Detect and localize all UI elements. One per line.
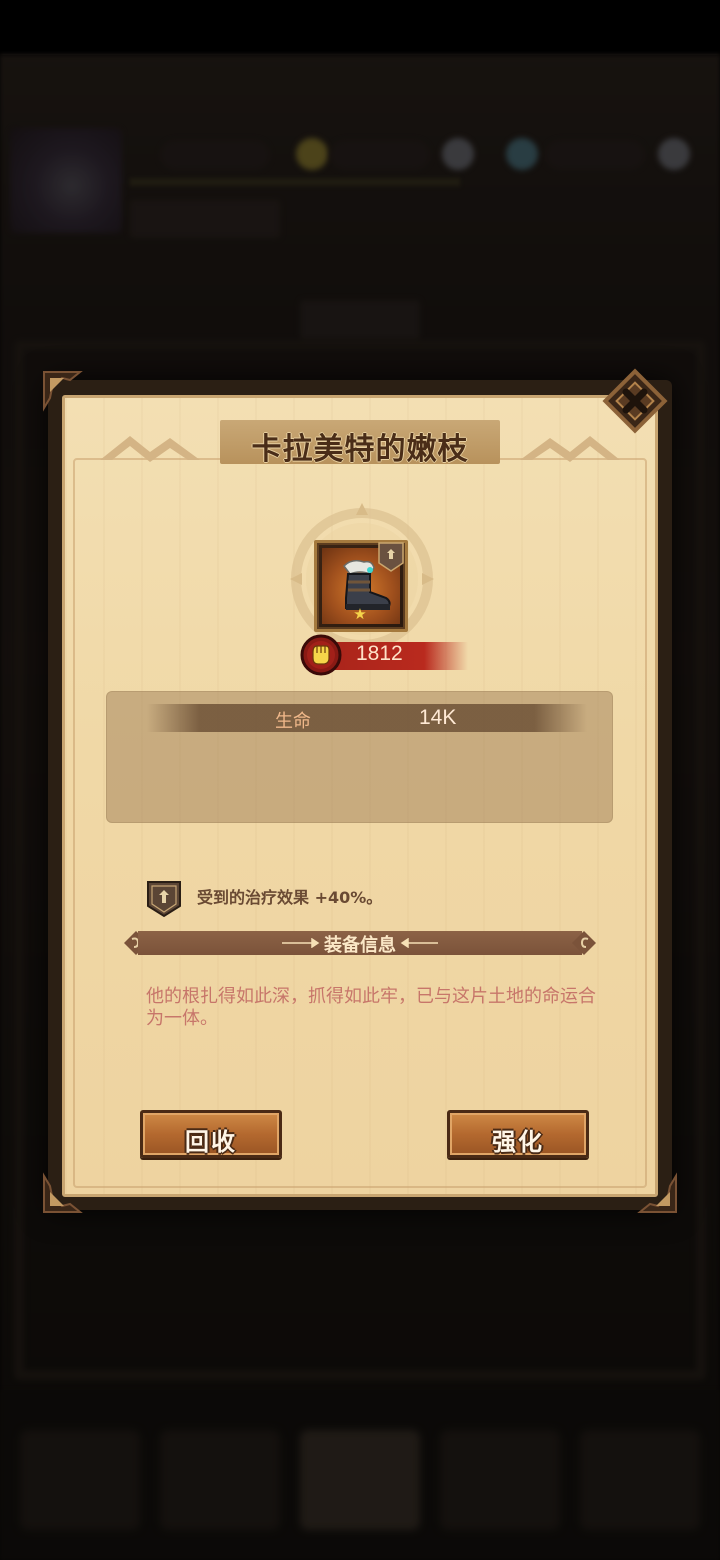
enhance-button[interactable]: 强化: [447, 1110, 589, 1158]
enhance-button-label: 强化: [492, 1128, 544, 1156]
section-header-equipment-info: 装备信息: [122, 929, 598, 957]
recycle-button-label: 回收: [185, 1128, 237, 1156]
power-badge: 1812: [300, 634, 470, 676]
title-banner: 卡拉美特的嫩枝: [80, 412, 640, 472]
item-description: 他的根扎得如此深，抓得如此牢，已与这片土地的命运合为一体。: [146, 986, 596, 1029]
fist-icon: [300, 634, 342, 676]
shield-badge-icon: [147, 881, 181, 918]
stat-value: 14K: [419, 706, 457, 729]
close-button[interactable]: [600, 366, 670, 436]
shield-badge-icon: [378, 542, 404, 572]
stat-label: 生命: [275, 711, 311, 732]
close-x-icon: [602, 368, 668, 434]
corner-ornament-icon: [40, 1162, 94, 1216]
power-value: 1812: [356, 642, 403, 665]
recycle-button[interactable]: 回收: [140, 1110, 282, 1158]
stats-panel: 生命 14K: [106, 691, 613, 823]
item-title: 卡拉美特的嫩枝: [251, 432, 469, 467]
passive-effect-text: 受到的治疗效果 +40%。: [197, 888, 383, 907]
stat-row: 生命 14K: [147, 704, 587, 732]
section-title: 装备信息: [324, 935, 396, 956]
corner-ornament-icon: [626, 1162, 680, 1216]
item-star-icon: ★: [353, 605, 367, 623]
status-bar-area: [0, 0, 720, 55]
